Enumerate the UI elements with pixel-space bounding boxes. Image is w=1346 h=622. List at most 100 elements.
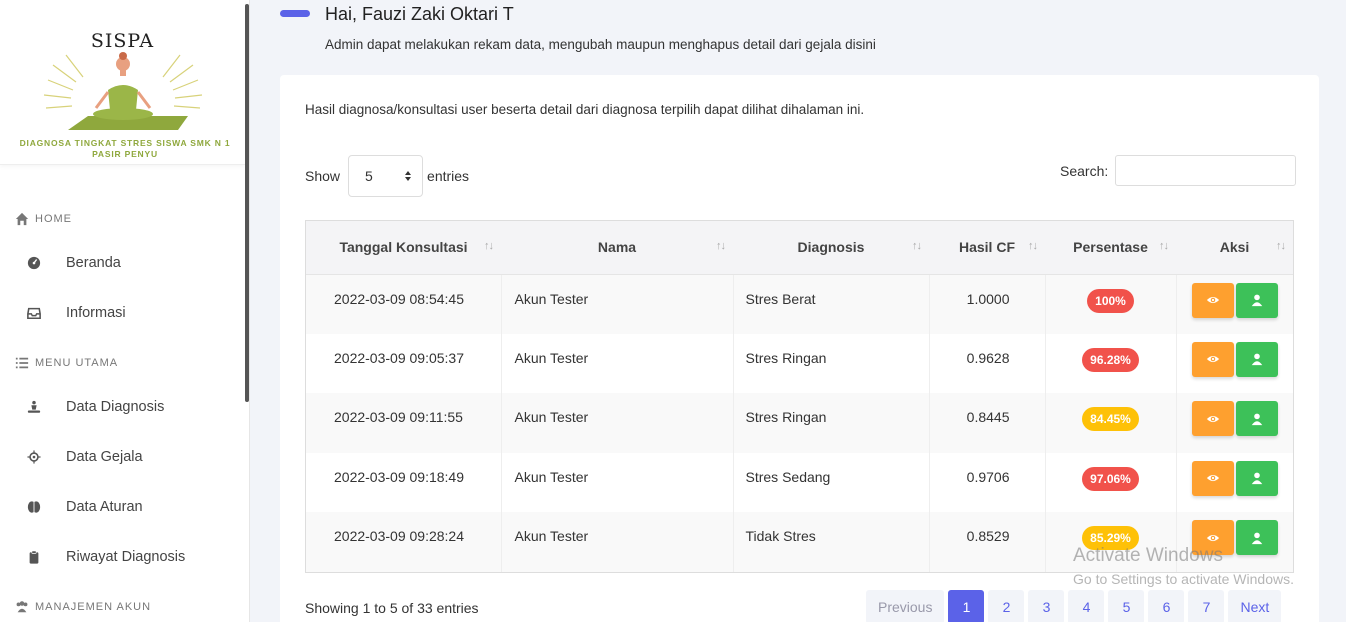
watermark-title: Activate Windows	[1073, 545, 1223, 566]
yoga-logo-icon	[43, 52, 203, 130]
page-size-select[interactable]: 5	[348, 155, 424, 197]
sort-icon: ↑↓	[716, 240, 726, 252]
brain-icon	[25, 498, 43, 516]
search-control: Search:	[1060, 155, 1297, 186]
user-icon	[1250, 352, 1264, 366]
cell-date: 2022-03-09 08:54:45	[306, 274, 502, 334]
user-detail-button[interactable]	[1235, 460, 1278, 496]
cell-diagnosis: Tidak Stres	[733, 512, 930, 572]
section-manajemen-akun: MANAJEMEN AKUN	[15, 600, 151, 614]
page-button-4[interactable]: 4	[1068, 590, 1105, 622]
virus-icon	[25, 448, 43, 466]
sidebar-item-beranda[interactable]: Beranda	[25, 254, 121, 272]
cell-name: Akun Tester	[501, 333, 734, 393]
page-button-2[interactable]: 2	[988, 590, 1025, 622]
cell-hasil-cf: 0.8529	[929, 512, 1046, 572]
cell-name: Akun Tester	[501, 452, 734, 512]
cell-name: Akun Tester	[501, 274, 734, 334]
card-description: Hasil diagnosa/konsultasi user beserta d…	[305, 102, 865, 117]
table-info: Showing 1 to 5 of 33 entries	[305, 600, 479, 616]
page-button-6[interactable]: 6	[1148, 590, 1185, 622]
col-tanggal-konsultasi[interactable]: Tanggal Konsultasi ↑↓	[306, 221, 501, 275]
section-menu-utama: MENU UTAMA	[15, 356, 118, 370]
cell-diagnosis: Stres Sedang	[733, 452, 930, 512]
list-icon	[15, 357, 29, 369]
user-icon	[1250, 531, 1264, 545]
eye-icon	[1206, 352, 1220, 366]
sort-icon: ↑↓	[1028, 240, 1038, 252]
user-icon	[1250, 412, 1264, 426]
cell-diagnosis: Stres Ringan	[733, 333, 930, 393]
pagination: Previous 1 2 3 4 5 6 7 Next	[866, 590, 1282, 622]
section-home: HOME	[15, 212, 72, 226]
next-button[interactable]: Next	[1228, 590, 1282, 622]
eye-icon	[1206, 531, 1220, 545]
previous-button[interactable]: Previous	[866, 590, 945, 622]
sidebar-item-data-diagnosis[interactable]: Data Diagnosis	[25, 398, 164, 416]
col-hasil-cf[interactable]: Hasil CF ↑↓	[929, 221, 1045, 275]
user-icon	[1250, 471, 1264, 485]
page-button-3[interactable]: 3	[1028, 590, 1065, 622]
cell-persentase: 84.45%	[1045, 393, 1177, 453]
user-detail-button[interactable]	[1235, 282, 1278, 318]
view-detail-button[interactable]	[1191, 282, 1234, 318]
section-home-label: HOME	[35, 213, 72, 225]
sidebar-item-label: Data Gejala	[66, 449, 143, 465]
cell-date: 2022-03-09 09:05:37	[306, 333, 502, 393]
col-persentase[interactable]: Persentase ↑↓	[1045, 221, 1176, 275]
clipboard-icon	[25, 548, 43, 566]
percentage-badge: 84.45%	[1082, 407, 1139, 431]
page-button-5[interactable]: 5	[1108, 590, 1145, 622]
page-subtitle: Admin dapat melakukan rekam data, mengub…	[325, 37, 876, 52]
column-label: Persentase	[1073, 239, 1148, 256]
cell-name: Akun Tester	[501, 512, 734, 572]
cell-persentase: 96.28%	[1045, 333, 1177, 393]
view-detail-button[interactable]	[1191, 341, 1234, 377]
table-row: 2022-03-09 09:18:49 Akun Tester Stres Seda…	[306, 452, 1293, 512]
cell-name: Akun Tester	[501, 393, 734, 453]
search-input[interactable]	[1115, 155, 1297, 186]
eye-icon	[1206, 412, 1220, 426]
view-detail-button[interactable]	[1191, 401, 1234, 436]
sidebar-item-label: Beranda	[66, 255, 121, 271]
cell-hasil-cf: 0.8445	[929, 393, 1046, 453]
view-detail-button[interactable]	[1191, 460, 1234, 496]
user-detail-button[interactable]	[1235, 401, 1278, 436]
sidebar-item-data-aturan[interactable]: Data Aturan	[25, 498, 143, 516]
cell-aksi	[1176, 333, 1293, 393]
sidebar-item-data-gejala[interactable]: Data Gejala	[25, 448, 143, 466]
eye-icon	[1206, 293, 1220, 307]
brand-logo[interactable]: SISPA DIAGNOSA TINGKAT STRES SISWA SMK N…	[0, 0, 245, 165]
sidebar-item-label: Riwayat Diagnosis	[66, 549, 186, 565]
col-diagnosis[interactable]: Diagnosis ↑↓	[733, 221, 929, 275]
eye-icon	[1206, 471, 1220, 485]
sidebar-scrollbar[interactable]	[245, 4, 249, 402]
cell-diagnosis: Stres Ringan	[733, 393, 930, 453]
show-label: Show	[305, 168, 341, 184]
page-title: Hai, Fauzi Zaki Oktari T	[325, 4, 514, 24]
sidebar-item-label: Data Aturan	[66, 499, 143, 515]
cell-diagnosis: Stres Berat	[733, 274, 930, 334]
column-label: Diagnosis	[797, 239, 865, 256]
cell-hasil-cf: 0.9628	[929, 333, 1046, 393]
sidebar-item-informasi[interactable]: Informasi	[25, 304, 126, 322]
cell-persentase: 100%	[1045, 274, 1177, 334]
column-label: Tanggal Konsultasi	[339, 239, 468, 256]
page-button-7[interactable]: 7	[1188, 590, 1225, 622]
user-detail-button[interactable]	[1235, 341, 1278, 377]
col-nama[interactable]: Nama ↑↓	[501, 221, 733, 275]
page-button-1[interactable]: 1	[948, 590, 985, 622]
column-label: Hasil CF	[958, 239, 1015, 256]
sort-icon: ↑↓	[1276, 240, 1286, 252]
dashboard-icon	[25, 254, 43, 272]
sidebar-item-riwayat-diagnosis[interactable]: Riwayat Diagnosis	[25, 548, 185, 566]
section-menu-utama-label: MENU UTAMA	[35, 357, 119, 369]
brand-subtitle: DIAGNOSA TINGKAT STRES SISWA SMK N 1 PAS…	[19, 138, 231, 159]
col-aksi[interactable]: Aksi ↑↓	[1176, 221, 1293, 275]
cell-date: 2022-03-09 09:18:49	[306, 452, 502, 512]
cell-persentase: 97.06%	[1045, 452, 1177, 512]
sidebar-item-label: Data Diagnosis	[66, 399, 165, 415]
header-accent-pill	[280, 10, 310, 17]
section-manajemen-akun-label: MANAJEMEN AKUN	[35, 601, 152, 613]
page-length-control: Show 5 entries	[305, 155, 469, 197]
